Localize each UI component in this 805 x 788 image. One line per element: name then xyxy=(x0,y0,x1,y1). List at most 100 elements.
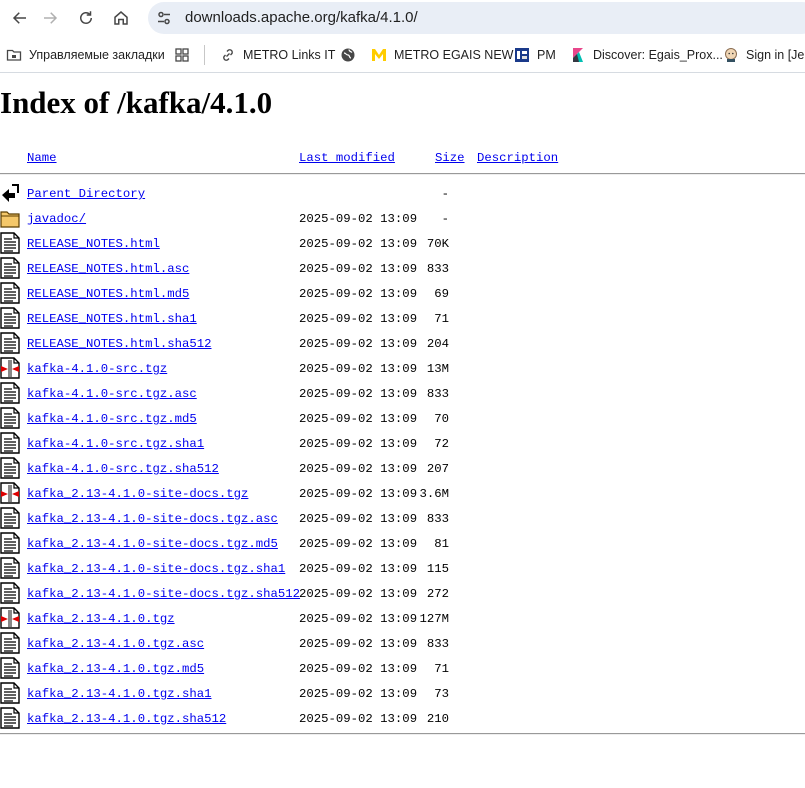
last-modified-cell: 2025-09-02 13:09 xyxy=(299,437,418,451)
text-file-icon xyxy=(0,632,20,654)
last-modified-cell: 2025-09-02 13:09 xyxy=(299,712,418,726)
bookmark-managed[interactable]: Управляемые закладки xyxy=(6,46,165,64)
file-link[interactable]: kafka_2.13-4.1.0.tgz.md5 xyxy=(27,662,204,676)
bookmark-metro-egais[interactable]: METRO EGAIS NEW xyxy=(371,46,513,64)
table-row: RELEASE_NOTES.html 2025-09-02 13:09 70K xyxy=(0,231,805,256)
bookmark-label: PM xyxy=(537,48,556,62)
size-cell: - xyxy=(441,187,449,201)
file-link[interactable]: RELEASE_NOTES.html.sha1 xyxy=(27,312,197,326)
file-link[interactable]: kafka-4.1.0-src.tgz.sha1 xyxy=(27,437,204,451)
file-link[interactable]: RELEASE_NOTES.html xyxy=(27,237,160,251)
compressed-file-icon xyxy=(0,482,20,504)
column-header-description[interactable]: Description xyxy=(477,151,558,169)
folder-icon xyxy=(0,207,20,229)
last-modified-cell: 2025-09-02 13:09 xyxy=(299,612,418,626)
bookmark-label: METRO EGAIS NEW xyxy=(394,48,514,62)
last-modified-cell: 2025-09-02 13:09 xyxy=(299,637,418,651)
last-modified-cell: 2025-09-02 13:09 xyxy=(299,262,418,276)
file-link[interactable]: kafka-4.1.0-src.tgz.asc xyxy=(27,387,197,401)
table-row: kafka_2.13-4.1.0-site-docs.tgz.md5 2025-0… xyxy=(0,531,805,556)
last-modified-cell: 2025-09-02 13:09 xyxy=(299,487,418,501)
bookmark-discover[interactable]: Discover: Egais_Prox... xyxy=(570,46,723,64)
text-file-icon xyxy=(0,532,20,554)
file-link[interactable]: javadoc/ xyxy=(27,212,86,226)
size-cell: 71 xyxy=(434,662,449,676)
bookmark-metro-links[interactable]: METRO Links IT xyxy=(220,46,335,64)
link-icon xyxy=(220,47,236,63)
home-button[interactable] xyxy=(107,5,135,31)
text-file-icon xyxy=(0,657,20,679)
size-cell: 69 xyxy=(434,287,449,301)
size-cell: 833 xyxy=(426,262,449,276)
bookmark-jenkins[interactable]: Sign in [Jen xyxy=(723,46,805,64)
file-link[interactable]: kafka-4.1.0-src.tgz xyxy=(27,362,167,376)
file-link[interactable]: kafka_2.13-4.1.0.tgz.sha512 xyxy=(27,712,226,726)
file-link[interactable]: kafka_2.13-4.1.0-site-docs.tgz.sha1 xyxy=(27,562,285,576)
table-row: kafka_2.13-4.1.0.tgz.asc 2025-09-02 13:09… xyxy=(0,631,805,656)
file-link[interactable]: RELEASE_NOTES.html.sha512 xyxy=(27,337,211,351)
compressed-file-icon xyxy=(0,357,20,379)
column-header-name[interactable]: Name xyxy=(27,151,57,169)
table-row: RELEASE_NOTES.html.sha512 2025-09-02 13:0… xyxy=(0,331,805,356)
last-modified-cell: 2025-09-02 13:09 xyxy=(299,662,418,676)
url-text[interactable]: downloads.apache.org/kafka/4.1.0/ xyxy=(185,9,418,26)
file-link[interactable]: kafka_2.13-4.1.0-site-docs.tgz xyxy=(27,487,248,501)
size-cell: 833 xyxy=(426,637,449,651)
back-arrow-icon xyxy=(12,12,26,24)
file-link[interactable]: RELEASE_NOTES.html.asc xyxy=(27,262,189,276)
file-link[interactable]: kafka_2.13-4.1.0.tgz xyxy=(27,612,175,626)
table-row: kafka-4.1.0-src.tgz.sha1 2025-09-02 13:09… xyxy=(0,431,805,456)
reload-button[interactable] xyxy=(72,5,100,31)
size-cell: 70 xyxy=(434,412,449,426)
table-row: kafka-4.1.0-src.tgz.sha512 2025-09-02 13:… xyxy=(0,456,805,481)
size-cell: 272 xyxy=(426,587,449,601)
column-header-last-modified[interactable]: Last modified xyxy=(299,151,395,169)
parent-directory-link[interactable]: Parent Directory xyxy=(27,187,145,201)
forward-button[interactable] xyxy=(36,5,64,31)
file-link[interactable]: RELEASE_NOTES.html.md5 xyxy=(27,287,189,301)
file-link[interactable]: kafka-4.1.0-src.tgz.sha512 xyxy=(27,462,219,476)
table-row: RELEASE_NOTES.html.md5 2025-09-02 13:09 69 xyxy=(0,281,805,306)
site-info-icon[interactable] xyxy=(156,10,172,26)
table-row: kafka_2.13-4.1.0.tgz.sha1 2025-09-02 13:0… xyxy=(0,681,805,706)
text-file-icon xyxy=(0,432,20,454)
reload-icon xyxy=(80,11,92,24)
text-file-icon xyxy=(0,332,20,354)
file-link[interactable]: kafka-4.1.0-src.tgz.md5 xyxy=(27,412,197,426)
table-row: kafka-4.1.0-src.tgz 2025-09-02 13:09 13M xyxy=(0,356,805,381)
size-cell: 127M xyxy=(419,612,449,626)
globe-icon xyxy=(340,47,356,63)
size-cell: 204 xyxy=(426,337,449,351)
bookmark-apps[interactable] xyxy=(174,46,197,64)
file-link[interactable]: kafka_2.13-4.1.0.tgz.asc xyxy=(27,637,204,651)
column-header-size[interactable]: Size xyxy=(435,151,465,169)
text-file-icon xyxy=(0,707,20,729)
file-link[interactable]: kafka_2.13-4.1.0-site-docs.tgz.md5 xyxy=(27,537,278,551)
size-cell: 13M xyxy=(426,362,449,376)
table-row: RELEASE_NOTES.html.asc 2025-09-02 13:09 83… xyxy=(0,256,805,281)
file-link[interactable]: kafka_2.13-4.1.0-site-docs.tgz.sha512 xyxy=(27,587,300,601)
table-row: kafka_2.13-4.1.0-site-docs.tgz.sha512 202… xyxy=(0,581,805,606)
back-button[interactable] xyxy=(6,5,34,31)
address-bar[interactable]: downloads.apache.org/kafka/4.1.0/ xyxy=(148,2,805,34)
size-cell: 72 xyxy=(434,437,449,451)
table-row: javadoc/2025-09-02 13:09 - xyxy=(0,206,805,231)
jenkins-icon xyxy=(723,47,739,63)
last-modified-cell: 2025-09-02 13:09 xyxy=(299,287,418,301)
last-modified-cell: 2025-09-02 13:09 xyxy=(299,212,418,226)
header-divider xyxy=(0,173,805,175)
table-row: kafka-4.1.0-src.tgz.md5 2025-09-02 13:09 7… xyxy=(0,406,805,431)
table-row: kafka_2.13-4.1.0-site-docs.tgz.asc 2025-0… xyxy=(0,506,805,531)
file-link[interactable]: kafka_2.13-4.1.0-site-docs.tgz.asc xyxy=(27,512,278,526)
bookmark-pm[interactable]: PM xyxy=(514,46,556,64)
browser-toolbar: downloads.apache.org/kafka/4.1.0/ xyxy=(0,0,805,37)
bookmark-globe[interactable] xyxy=(340,46,363,64)
bookmarks-bar: Управляемые закладки METRO Links IT METR… xyxy=(0,37,805,73)
text-file-icon xyxy=(0,457,20,479)
text-file-icon xyxy=(0,257,20,279)
last-modified-cell: 2025-09-02 13:09 xyxy=(299,237,418,251)
table-row: kafka_2.13-4.1.0-site-docs.tgz.sha1 2025-… xyxy=(0,556,805,581)
file-link[interactable]: kafka_2.13-4.1.0.tgz.sha1 xyxy=(27,687,211,701)
size-cell: - xyxy=(441,212,449,226)
bookmarks-separator xyxy=(204,45,205,65)
